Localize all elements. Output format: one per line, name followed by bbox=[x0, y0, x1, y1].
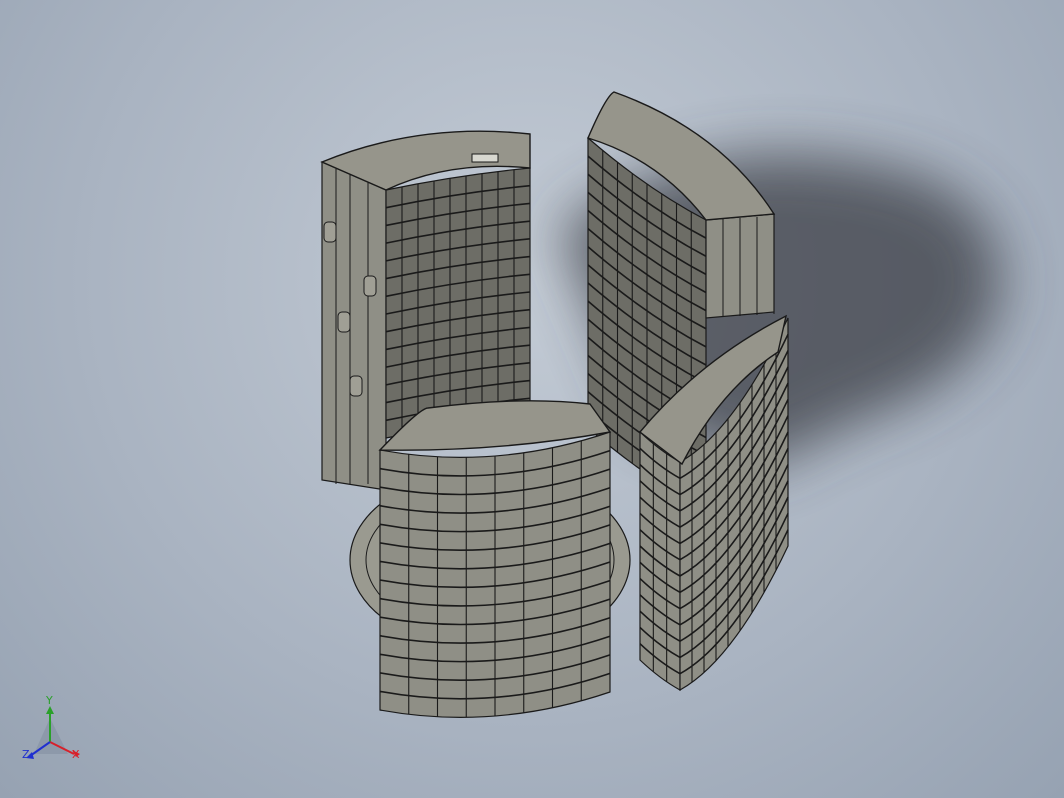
model-canvas[interactable] bbox=[0, 0, 1064, 798]
back-left-wall-bracket bbox=[349, 375, 363, 397]
back-left-roof-opening bbox=[471, 153, 499, 163]
view-orientation-triad[interactable]: Y X Z bbox=[16, 694, 92, 776]
triad-x-label: X bbox=[72, 748, 80, 761]
graphics-viewport[interactable]: Y X Z bbox=[0, 0, 1064, 798]
triad-z-label: Z bbox=[22, 748, 30, 761]
back-left-wall-bracket bbox=[363, 275, 377, 297]
back-left-outer-wall bbox=[321, 161, 387, 491]
back-left-wall-bracket bbox=[337, 311, 351, 333]
triad-y-label: Y bbox=[46, 694, 53, 707]
back-left-wall-bracket bbox=[323, 221, 337, 243]
